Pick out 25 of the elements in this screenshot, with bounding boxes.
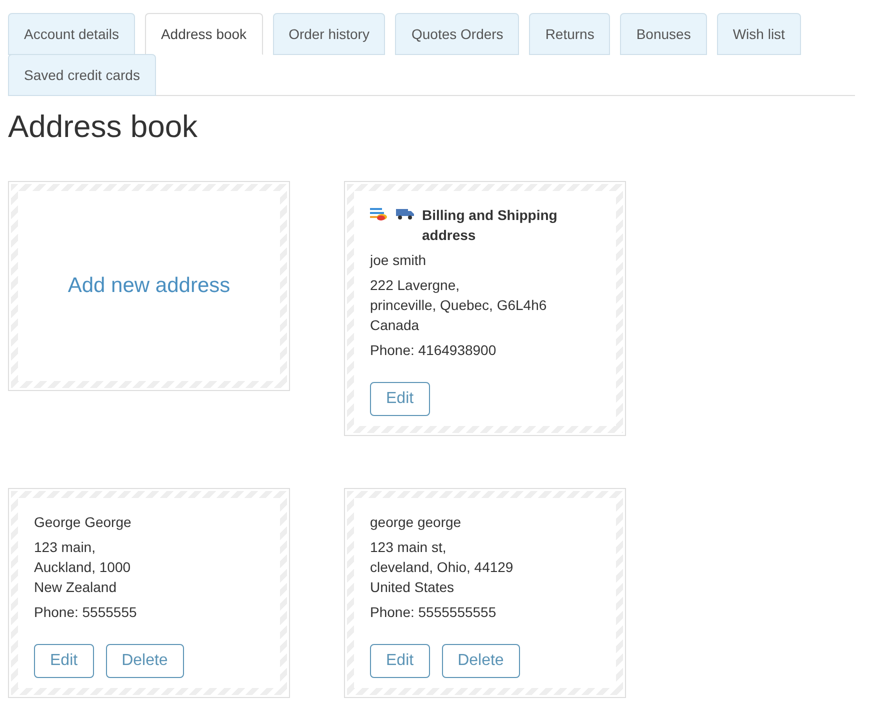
tab[interactable]: Address book	[144, 13, 263, 55]
contact-name: george george	[370, 512, 462, 532]
action-button[interactable]: Edit	[370, 382, 430, 416]
tab[interactable]: Bonuses	[620, 13, 707, 55]
phone-number: Phone: 5555555	[34, 602, 138, 622]
phone-number: Phone: 4164938900	[370, 340, 498, 360]
tab[interactable]: Returns	[529, 13, 610, 55]
action-button[interactable]: Edit	[370, 644, 430, 678]
action-button[interactable]: Delete	[442, 644, 520, 678]
address-text: 123 main, Auckland, 1000 New Zealand	[34, 538, 132, 596]
contact-name: George George	[34, 512, 132, 532]
action-button[interactable]: Edit	[34, 644, 94, 678]
page-heading: Address book	[8, 108, 199, 146]
tab[interactable]: Account details	[8, 13, 135, 55]
add-address-link[interactable]: Add new address	[68, 270, 230, 302]
contact-name: joe smith	[370, 250, 428, 270]
tab[interactable]: Wish list	[716, 13, 801, 55]
tab[interactable]: Quotes Orders	[395, 13, 520, 55]
tab[interactable]: Saved credit cards	[8, 54, 156, 96]
address-text: 222 Lavergne, princeville, Quebec, G6L4h6 Canada	[370, 276, 548, 334]
address-text: 123 main st, cleveland, Ohio, 44129 United States	[370, 538, 514, 596]
action-button[interactable]: Delete	[106, 644, 184, 678]
address-type-label: Billing and Shipping address	[422, 206, 558, 244]
tab[interactable]: Order history	[272, 13, 386, 55]
phone-number: Phone: 5555555555	[370, 602, 498, 622]
